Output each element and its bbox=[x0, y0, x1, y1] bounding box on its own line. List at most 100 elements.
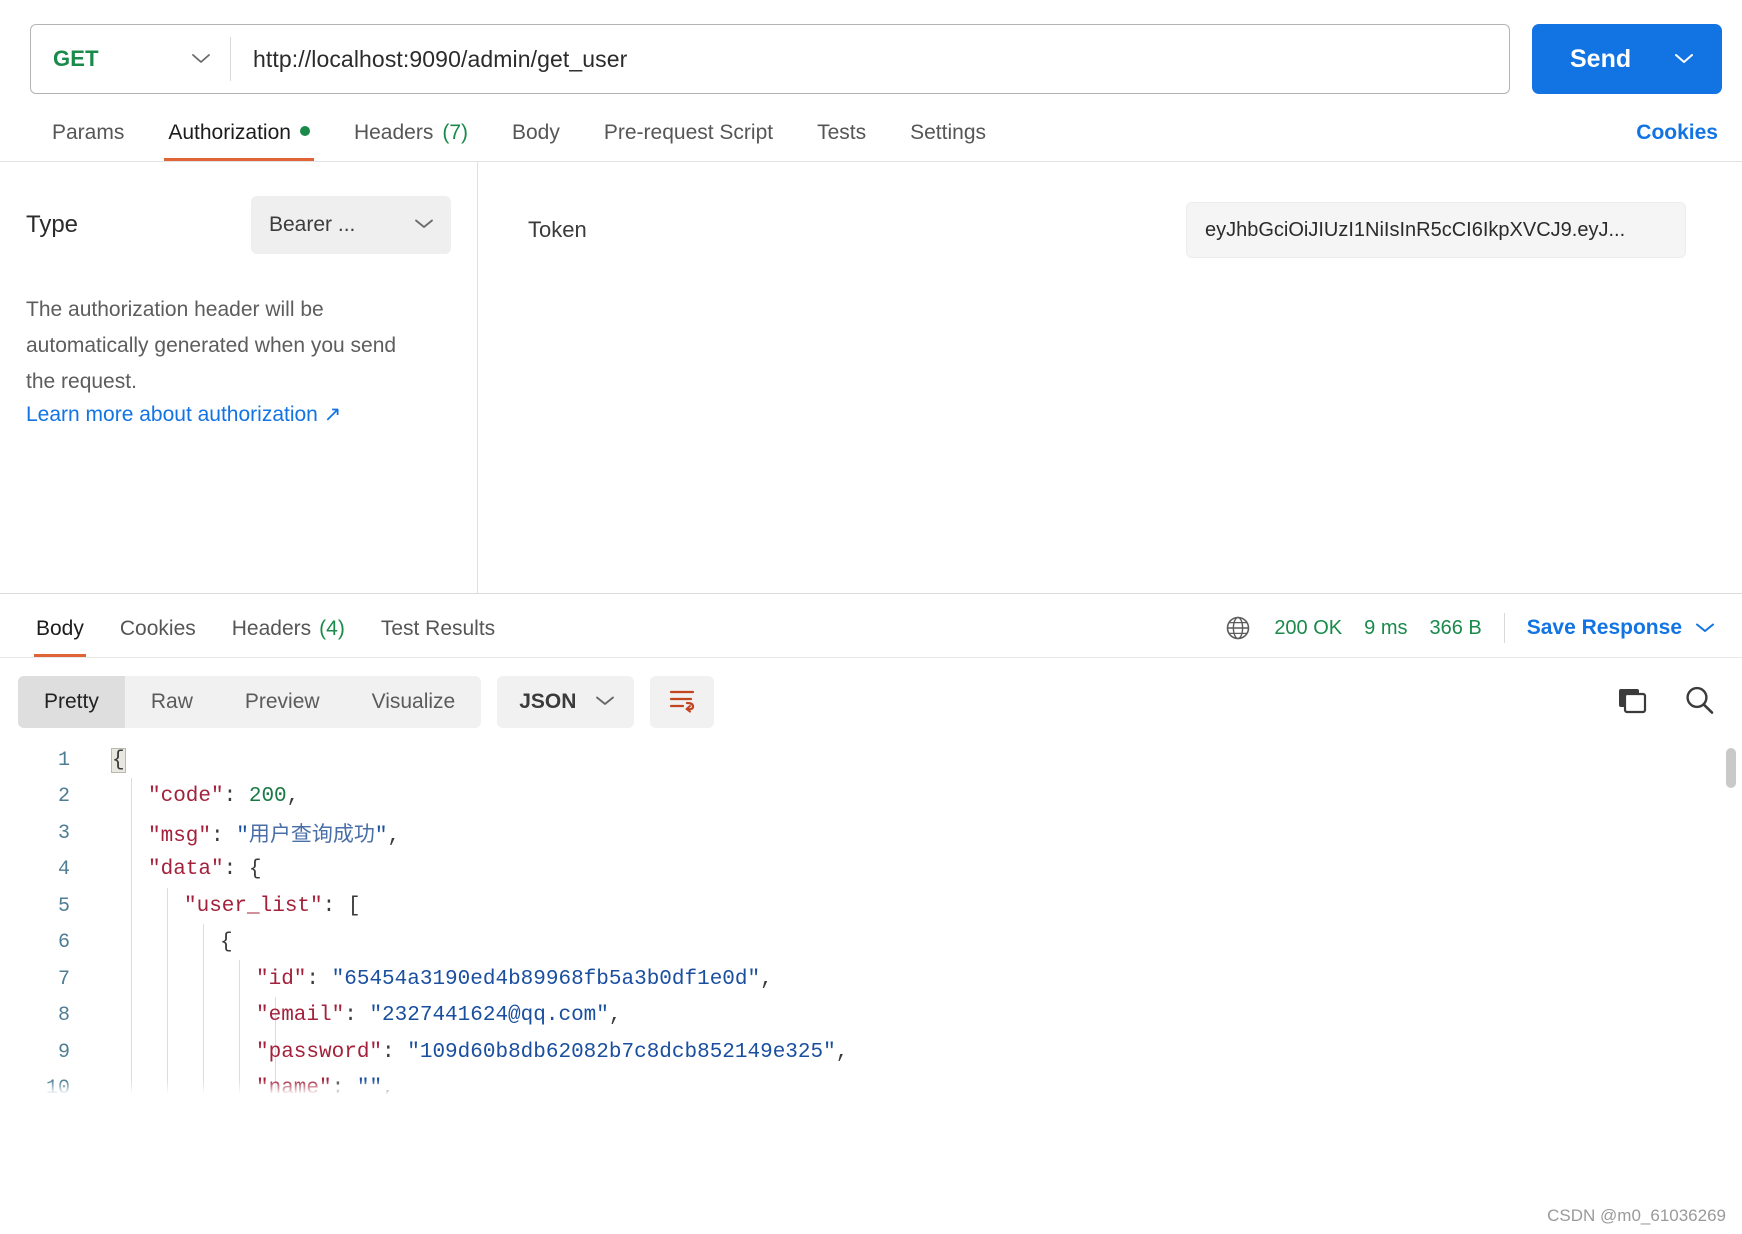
view-visualize-button[interactable]: Visualize bbox=[346, 676, 482, 728]
save-response-label: Save Response bbox=[1526, 616, 1682, 639]
code-line: 5 "user_list": [ bbox=[0, 888, 1742, 925]
chevron-down-icon bbox=[1694, 616, 1716, 640]
tab-body-label: Body bbox=[512, 121, 560, 144]
body-format-select[interactable]: JSON bbox=[497, 676, 635, 728]
view-raw-button[interactable]: Raw bbox=[125, 676, 219, 728]
code-token: "109d60b8db62082b7c8dcb852149e325" bbox=[407, 1040, 836, 1064]
postman-window: GET http://localhost:9090/admin/get_user… bbox=[0, 0, 1742, 1234]
code-line: 1{ bbox=[0, 742, 1742, 779]
response-tab-body-label: Body bbox=[36, 617, 84, 640]
response-tab-test-results-label: Test Results bbox=[380, 617, 496, 640]
tab-params[interactable]: Params bbox=[30, 121, 146, 161]
copy-icon[interactable] bbox=[1616, 685, 1648, 720]
globe-icon bbox=[1224, 614, 1252, 642]
view-preview-button[interactable]: Preview bbox=[219, 676, 346, 728]
wrap-lines-icon bbox=[667, 687, 697, 718]
code-text: "user_list": [ bbox=[92, 895, 360, 918]
send-button[interactable]: Send bbox=[1532, 24, 1722, 94]
code-line: 9 "password": "109d60b8db62082b7c8dcb8521… bbox=[0, 1034, 1742, 1071]
line-number: 4 bbox=[57, 858, 70, 882]
code-token: : bbox=[382, 1040, 408, 1064]
code-scrollbar[interactable] bbox=[1726, 748, 1736, 788]
search-icon[interactable] bbox=[1682, 684, 1716, 721]
auth-learn-more-link[interactable]: Learn more about authorization ↗ bbox=[26, 402, 341, 427]
cookies-link[interactable]: Cookies bbox=[1636, 121, 1718, 161]
body-toolbar-right-icons bbox=[1616, 684, 1716, 721]
code-token: "msg" bbox=[148, 825, 212, 849]
url-field: GET http://localhost:9090/admin/get_user bbox=[30, 24, 1510, 94]
chevron-down-icon bbox=[413, 215, 435, 235]
response-tab-cookies[interactable]: Cookies bbox=[102, 617, 214, 657]
tab-pre-request-script[interactable]: Pre-request Script bbox=[582, 121, 795, 161]
code-text: "email": "2327441624@qq.com", bbox=[92, 1004, 622, 1027]
method-selector[interactable]: GET bbox=[31, 37, 231, 81]
line-number: 6 bbox=[57, 931, 70, 955]
url-input[interactable]: http://localhost:9090/admin/get_user bbox=[231, 25, 1509, 93]
view-preview-label: Preview bbox=[244, 690, 320, 713]
code-line: 2 "code": 200, bbox=[0, 779, 1742, 816]
response-size: 366 B bbox=[1429, 616, 1482, 639]
auth-token-input[interactable]: eyJhbGciOiJIUzI1NiIsInR5cCI6IkpXVCJ9.eyJ… bbox=[1186, 202, 1686, 258]
code-token: " bbox=[236, 825, 249, 849]
auth-type-select[interactable]: Bearer ... bbox=[251, 196, 451, 254]
code-token: "email" bbox=[256, 1004, 345, 1028]
view-visualize-label: Visualize bbox=[371, 690, 456, 713]
tab-tests-label: Tests bbox=[817, 121, 867, 144]
chevron-down-icon bbox=[190, 50, 212, 68]
tab-tests[interactable]: Tests bbox=[795, 121, 888, 161]
code-token: , bbox=[286, 785, 300, 809]
tab-pre-request-script-label: Pre-request Script bbox=[603, 121, 774, 144]
code-text: { bbox=[92, 931, 233, 954]
response-status-bar: 200 OK 9 ms 366 B Save Response bbox=[1224, 613, 1716, 657]
code-token: : { bbox=[223, 858, 262, 882]
code-token: , bbox=[760, 967, 773, 991]
send-options-chevron-down-icon[interactable] bbox=[1672, 48, 1696, 71]
wrap-lines-button[interactable] bbox=[650, 676, 715, 728]
view-pretty-label: Pretty bbox=[44, 690, 99, 713]
code-line: 4 "data": { bbox=[0, 852, 1742, 889]
code-token: "data" bbox=[148, 858, 224, 882]
tab-settings[interactable]: Settings bbox=[888, 121, 1008, 161]
response-tab-headers-count: (4) bbox=[319, 617, 345, 640]
code-token: , bbox=[387, 825, 401, 849]
tab-headers-count: (7) bbox=[442, 121, 468, 144]
code-token: , bbox=[835, 1040, 849, 1064]
auth-token-column: Token eyJhbGciOiJIUzI1NiIsInR5cCI6IkpXVC… bbox=[478, 162, 1742, 593]
code-text: "data": { bbox=[92, 858, 261, 881]
auth-description: The authorization header will be automat… bbox=[26, 298, 397, 394]
divider bbox=[1503, 613, 1505, 643]
code-token: { bbox=[220, 931, 233, 955]
code-line: 3 "msg": "用户查询成功", bbox=[0, 815, 1742, 852]
code-token: "id" bbox=[256, 967, 307, 991]
line-number: 7 bbox=[57, 967, 70, 991]
chevron-down-icon bbox=[594, 692, 616, 712]
code-token: 200 bbox=[248, 785, 287, 809]
tab-headers[interactable]: Headers (7) bbox=[332, 121, 490, 161]
code-line: 6{ bbox=[0, 925, 1742, 962]
code-text: "password": "109d60b8db62082b7c8dcb85214… bbox=[92, 1041, 848, 1064]
view-pretty-button[interactable]: Pretty bbox=[18, 676, 125, 728]
response-body-code[interactable]: 1{2 "code": 200, 3 "msg": "用户查询成功", 4 "data":… bbox=[0, 742, 1742, 1098]
line-number: 9 bbox=[57, 1040, 70, 1064]
response-tab-headers-label: Headers bbox=[231, 617, 312, 640]
code-token: : bbox=[306, 967, 332, 991]
code-token: " bbox=[374, 825, 388, 849]
view-raw-label: Raw bbox=[150, 690, 193, 713]
save-response-button[interactable]: Save Response bbox=[1527, 616, 1716, 640]
response-tab-body[interactable]: Body bbox=[18, 617, 102, 657]
response-tab-test-results[interactable]: Test Results bbox=[363, 617, 513, 657]
code-text: "id": "65454a3190ed4b89968fb5a3b0df1e0d"… bbox=[92, 968, 773, 991]
auth-token-label: Token bbox=[528, 217, 587, 242]
auth-token-row: Token eyJhbGciOiJIUzI1NiIsInR5cCI6IkpXVC… bbox=[500, 202, 1686, 258]
code-token: "user_list" bbox=[184, 894, 323, 918]
code-token: { bbox=[111, 747, 126, 773]
tab-body[interactable]: Body bbox=[490, 121, 582, 161]
response-tab-headers[interactable]: Headers (4) bbox=[214, 617, 363, 657]
code-token: "code" bbox=[148, 785, 224, 809]
tab-authorization[interactable]: Authorization bbox=[146, 121, 332, 161]
auth-type-column: Type Bearer ... The authorization header… bbox=[0, 162, 478, 593]
line-number: 3 bbox=[57, 821, 70, 845]
auth-active-dot-icon bbox=[299, 126, 310, 136]
code-text: { bbox=[92, 747, 126, 773]
code-token: 用户查询成功 bbox=[248, 825, 375, 849]
